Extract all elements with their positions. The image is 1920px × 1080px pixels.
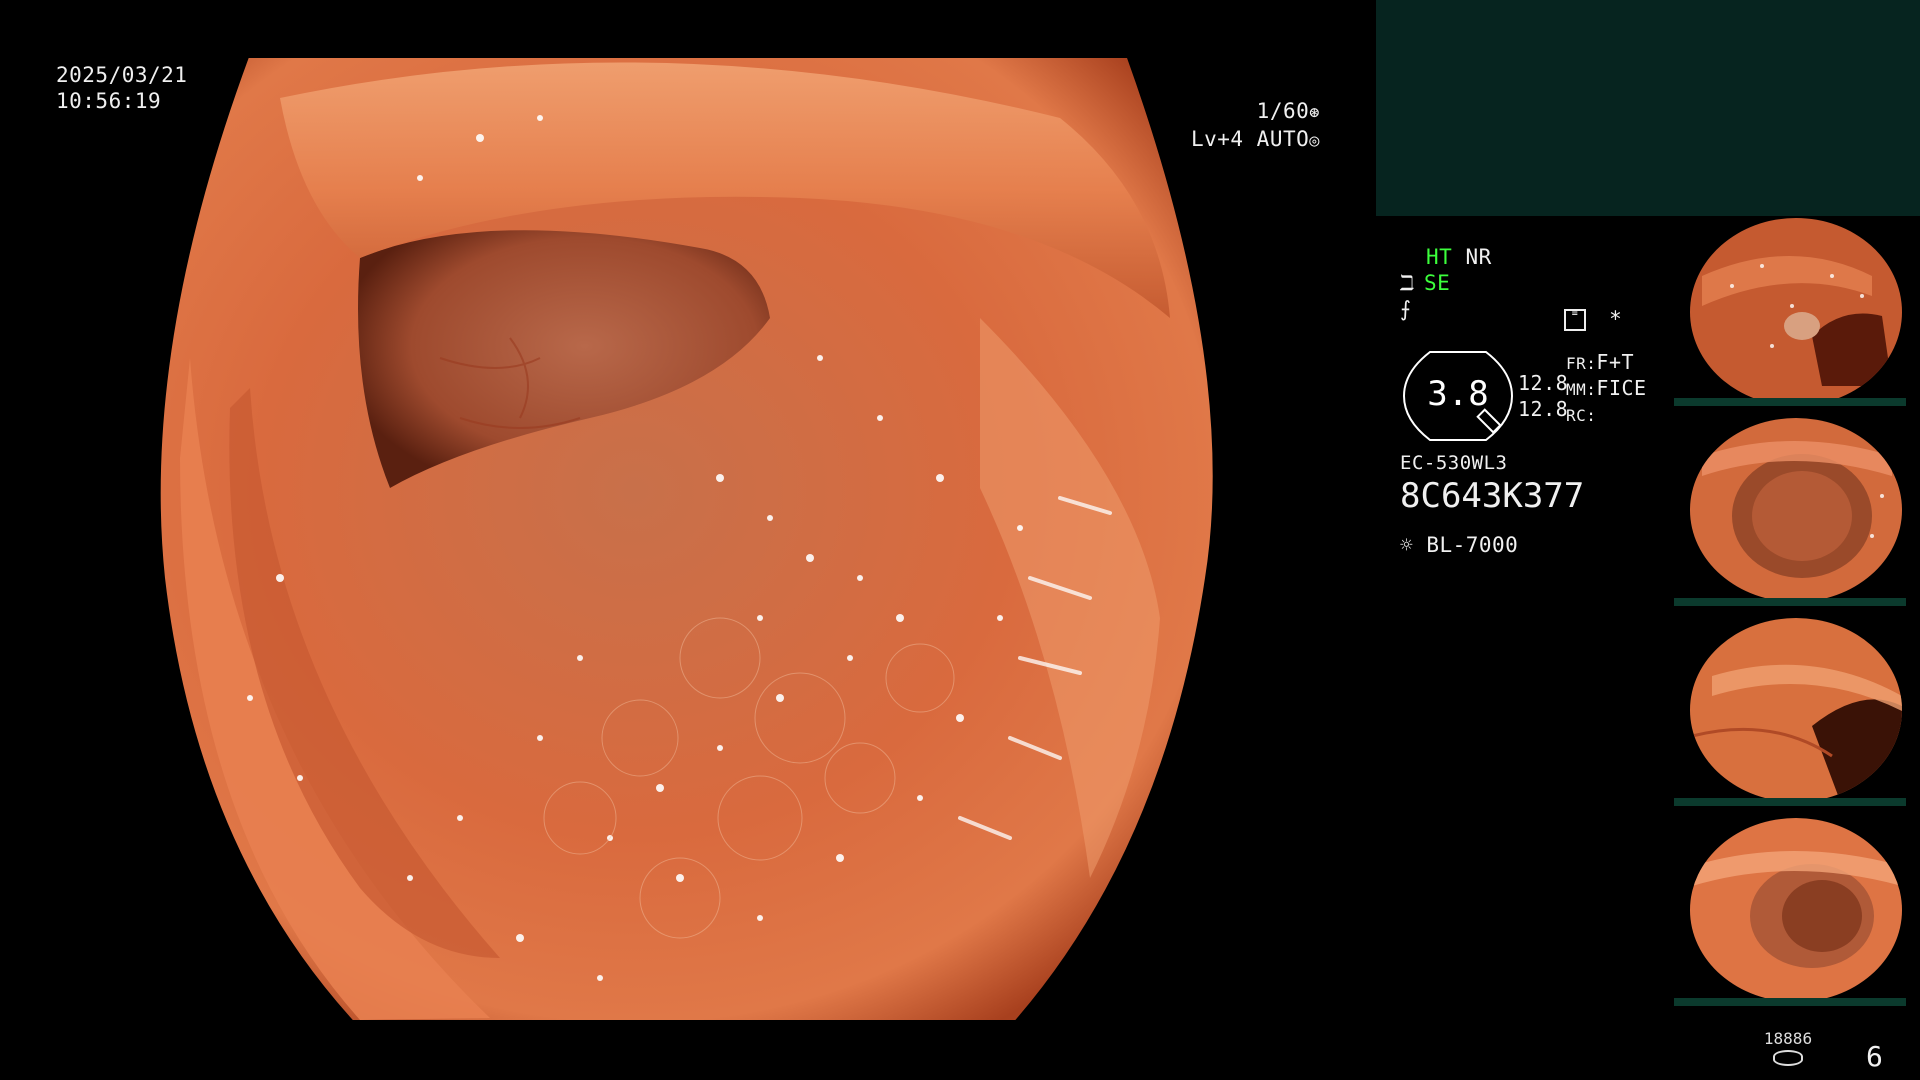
image-counter: 18886 — [1760, 1030, 1816, 1066]
thumbnail-bar-2 — [1674, 598, 1906, 606]
scope-serial: 8C643K377 — [1400, 476, 1585, 516]
thumbnail-4[interactable] — [1672, 816, 1920, 1006]
scope-model: EC-530WL3 — [1400, 452, 1508, 474]
se-indicator: SE — [1424, 271, 1451, 295]
thumbnail-bar-3 — [1674, 798, 1906, 806]
thumbnail-3[interactable] — [1672, 616, 1920, 806]
image-count: 18886 — [1763, 1029, 1813, 1048]
auto-iris-icon: ◎ — [1309, 131, 1320, 151]
capture-date: 2025/03/21 — [56, 63, 188, 87]
mode-values: FR:F+T MM:FICE RC: — [1566, 350, 1647, 428]
monitor-panel — [1376, 0, 1920, 216]
thumbnail-2[interactable] — [1672, 416, 1920, 606]
light-source: ☼ BL-7000 — [1400, 532, 1518, 558]
storage-icon — [1773, 1050, 1803, 1066]
light-source-icon: ☼ — [1400, 533, 1414, 557]
endoscopic-view — [160, 58, 1213, 1020]
thumbnail-image-2 — [1690, 418, 1902, 602]
memo-icon: ≡ — [1564, 309, 1586, 331]
capture-datetime: 2025/03/21 10:56:19 — [56, 62, 187, 114]
mag-bottom: 12.8 — [1518, 397, 1569, 421]
mag-top: 12.8 — [1518, 371, 1569, 395]
exposure-level: Lv+4 — [1190, 127, 1244, 151]
thumbnail-1[interactable] — [1672, 216, 1920, 406]
structure-enhance-icon: ℶ — [1400, 271, 1415, 295]
light-source-model: BL-7000 — [1426, 533, 1519, 557]
memo-row: ≡ * — [1564, 306, 1622, 332]
exposure-info: 1/60⊛ Lv+4 AUTO◎ — [1190, 98, 1320, 154]
mm-value: FICE — [1596, 376, 1647, 400]
thumbnail-bar-1 — [1674, 398, 1906, 406]
zoom-value: 3.8 — [1427, 374, 1489, 414]
ht-indicator: HT — [1426, 245, 1453, 269]
shutter-icon: ⊛ — [1309, 103, 1320, 123]
page-number: 6 — [1866, 1040, 1883, 1073]
settings-block: HT NR ℶ SE ⨍ — [1400, 244, 1492, 322]
asterisk-indicator: * — [1609, 307, 1623, 331]
shutter-speed: 1/60 — [1256, 99, 1310, 123]
fr-label: FR: — [1566, 354, 1597, 373]
thumbnail-image-1 — [1690, 218, 1902, 406]
rc-label: RC: — [1566, 406, 1597, 425]
thumbnail-image-4 — [1690, 818, 1902, 1002]
freeze-icon: ⨍ — [1400, 297, 1412, 321]
magnification-values: 12.8 12.8 — [1518, 370, 1568, 422]
nr-indicator: NR — [1465, 245, 1492, 269]
thumbnail-image-3 — [1690, 618, 1902, 802]
fr-value: F+T — [1596, 350, 1635, 374]
zoom-gauge: 3.8 — [1400, 350, 1516, 442]
mm-label: MM: — [1566, 380, 1597, 399]
thumbnail-bar-4 — [1674, 998, 1906, 1006]
exposure-mode: AUTO — [1256, 127, 1310, 151]
capture-time: 10:56:19 — [56, 89, 162, 113]
